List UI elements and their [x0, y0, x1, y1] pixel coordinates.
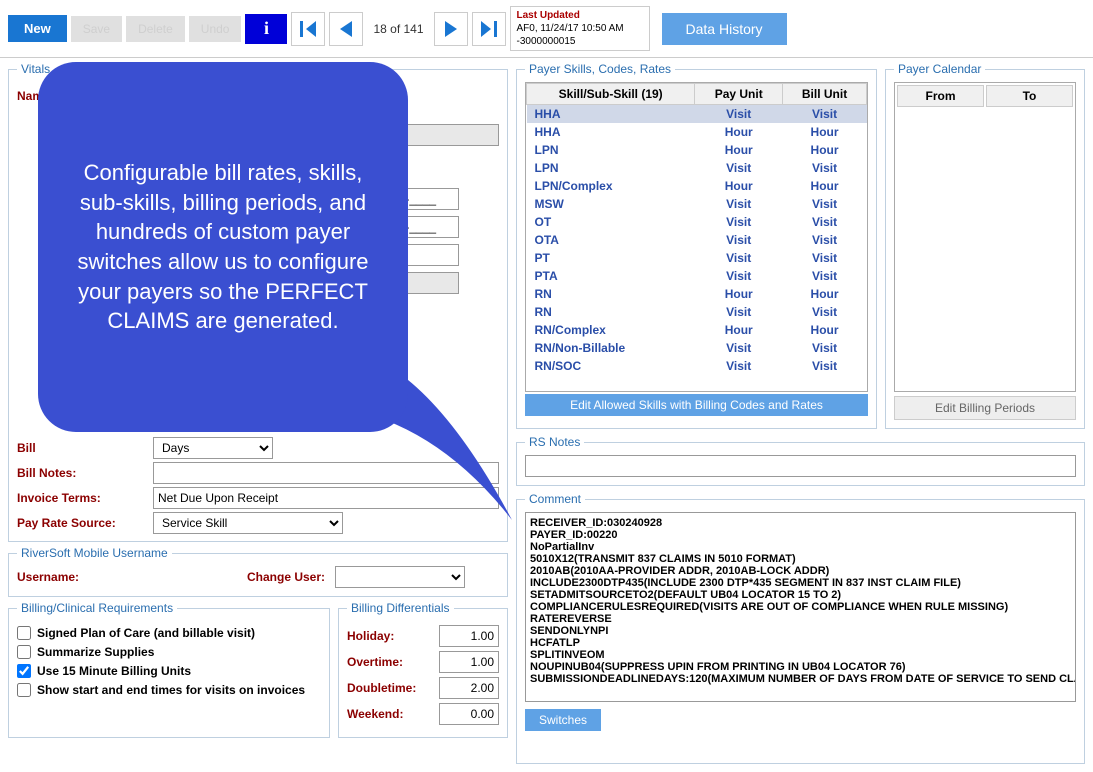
show-times-label: Show start and end times for visits on i… — [37, 683, 305, 697]
last-icon — [477, 17, 501, 41]
signed-plan-checkbox[interactable] — [17, 626, 31, 640]
calendar-table[interactable]: From To — [894, 82, 1076, 392]
username-label: Username: — [17, 570, 87, 584]
col-pay[interactable]: Pay Unit — [695, 84, 783, 105]
bill-notes-label: Bill Notes: — [17, 466, 147, 480]
table-row[interactable]: OTAVisitVisit — [527, 231, 867, 249]
table-row[interactable]: OTVisitVisit — [527, 213, 867, 231]
signed-plan-label: Signed Plan of Care (and billable visit) — [37, 626, 255, 640]
table-row[interactable]: HHAHourHour — [527, 123, 867, 141]
table-row[interactable]: MSWVisitVisit — [527, 195, 867, 213]
change-user-label: Change User: — [247, 570, 325, 584]
invoice-terms-label: Invoice Terms: — [17, 491, 147, 505]
payer-skills-group: Payer Skills, Codes, Rates Skill/Sub-Ski… — [516, 62, 877, 429]
fifteen-min-row[interactable]: Use 15 Minute Billing Units — [17, 664, 321, 678]
billing-requirements-group: Billing/Clinical Requirements Signed Pla… — [8, 601, 330, 738]
col-bill[interactable]: Bill Unit — [783, 84, 867, 105]
col-skill[interactable]: Skill/Sub-Skill (19) — [527, 84, 695, 105]
table-row[interactable]: PTVisitVisit — [527, 249, 867, 267]
weekend-label: Weekend: — [347, 707, 403, 721]
pay-rate-source-select[interactable]: Service Skill — [153, 512, 343, 534]
delete-button: Delete — [126, 16, 185, 42]
rs-notes-group: RS Notes — [516, 435, 1085, 486]
table-row[interactable]: RN/SOCVisitVisit — [527, 357, 867, 375]
edit-billing-periods-button[interactable]: Edit Billing Periods — [894, 396, 1076, 420]
overtime-input[interactable] — [439, 651, 499, 673]
nav-prev-button[interactable] — [329, 12, 363, 46]
summarize-row[interactable]: Summarize Supplies — [17, 645, 321, 659]
undo-button: Undo — [189, 16, 242, 42]
signed-plan-row[interactable]: Signed Plan of Care (and billable visit) — [17, 626, 321, 640]
toolbar: New Save Delete Undo i 18 of 141 Last Up… — [0, 0, 1093, 58]
pay-rate-source-label: Pay Rate Source: — [17, 516, 147, 530]
table-row[interactable]: LPNVisitVisit — [527, 159, 867, 177]
callout-bubble: Configurable bill rates, skills, sub-ski… — [38, 62, 408, 432]
holiday-input[interactable] — [439, 625, 499, 647]
rs-notes-input[interactable] — [525, 455, 1076, 477]
save-button: Save — [71, 16, 122, 42]
comment-group: Comment RECEIVER_ID:030240928 PAYER_ID:0… — [516, 492, 1085, 764]
holiday-label: Holiday: — [347, 629, 394, 643]
change-user-select[interactable] — [335, 566, 465, 588]
last-updated-title: Last Updated — [517, 9, 643, 22]
switches-button[interactable]: Switches — [525, 709, 601, 731]
skills-legend: Payer Skills, Codes, Rates — [525, 62, 675, 76]
calendar-legend: Payer Calendar — [894, 62, 985, 76]
weekend-input[interactable] — [439, 703, 499, 725]
page-counter: 18 of 141 — [373, 22, 423, 36]
info-button[interactable]: i — [245, 14, 287, 44]
last-updated-line2: -3000000015 — [517, 35, 643, 48]
last-updated-line1: AF0, 11/24/17 10:50 AM — [517, 22, 643, 35]
table-row[interactable]: RN/ComplexHourHour — [527, 321, 867, 339]
table-row[interactable]: RNHourHour — [527, 285, 867, 303]
table-row[interactable]: HHAVisitVisit — [527, 105, 867, 124]
doubletime-label: Doubletime: — [347, 681, 416, 695]
comment-textarea[interactable]: RECEIVER_ID:030240928 PAYER_ID:00220 NoP… — [525, 512, 1076, 702]
bill-period-unit-select[interactable]: Days — [153, 437, 273, 459]
last-updated-box: Last Updated AF0, 11/24/17 10:50 AM -300… — [510, 6, 650, 51]
nav-next-button[interactable] — [434, 12, 468, 46]
show-times-row[interactable]: Show start and end times for visits on i… — [17, 683, 321, 697]
col-to[interactable]: To — [986, 85, 1073, 107]
table-row[interactable]: PTAVisitVisit — [527, 267, 867, 285]
table-row[interactable]: RN/Non-BillableVisitVisit — [527, 339, 867, 357]
mobile-legend: RiverSoft Mobile Username — [17, 546, 172, 560]
requirements-legend: Billing/Clinical Requirements — [17, 601, 177, 615]
differentials-legend: Billing Differentials — [347, 601, 454, 615]
new-button[interactable]: New — [8, 15, 67, 42]
edit-skills-button[interactable]: Edit Allowed Skills with Billing Codes a… — [525, 394, 868, 416]
nav-first-button[interactable] — [291, 12, 325, 46]
bill-period-label-partial: Bill — [17, 441, 147, 455]
overtime-label: Overtime: — [347, 655, 403, 669]
skills-table[interactable]: Skill/Sub-Skill (19) Pay Unit Bill Unit … — [525, 82, 868, 392]
table-row[interactable]: LPN/ComplexHourHour — [527, 177, 867, 195]
table-row[interactable]: RNVisitVisit — [527, 303, 867, 321]
summarize-checkbox[interactable] — [17, 645, 31, 659]
first-icon — [296, 17, 320, 41]
data-history-button[interactable]: Data History — [662, 13, 787, 45]
payer-calendar-group: Payer Calendar From To Edit Billing Peri… — [885, 62, 1085, 429]
billing-differentials-group: Billing Differentials Holiday: Overtime:… — [338, 601, 508, 738]
mobile-username-group: RiverSoft Mobile Username Username: Chan… — [8, 546, 508, 597]
next-icon — [439, 17, 463, 41]
doubletime-input[interactable] — [439, 677, 499, 699]
show-times-checkbox[interactable] — [17, 683, 31, 697]
col-from[interactable]: From — [897, 85, 984, 107]
fifteen-min-label: Use 15 Minute Billing Units — [37, 664, 191, 678]
prev-icon — [334, 17, 358, 41]
summarize-label: Summarize Supplies — [37, 645, 154, 659]
nav-last-button[interactable] — [472, 12, 506, 46]
callout-text: Configurable bill rates, skills, sub-ski… — [64, 158, 382, 336]
fifteen-min-checkbox[interactable] — [17, 664, 31, 678]
table-row[interactable]: LPNHourHour — [527, 141, 867, 159]
